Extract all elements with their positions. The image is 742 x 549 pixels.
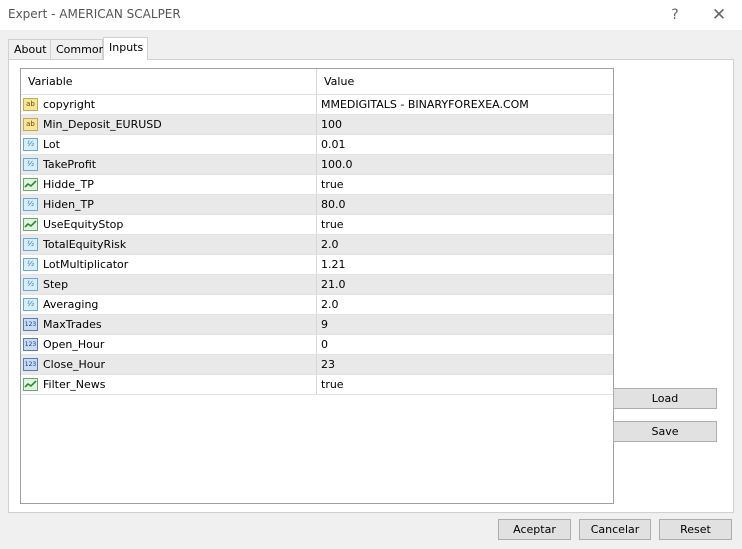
column-header-variable[interactable]: Variable bbox=[21, 69, 317, 94]
value-cell[interactable]: 23 bbox=[317, 355, 613, 374]
variable-name: Min_Deposit_EURUSD bbox=[43, 118, 162, 131]
table-row[interactable]: ab Min_Deposit_EURUSD 100 bbox=[21, 115, 613, 135]
window-title: Expert - AMERICAN SCALPER bbox=[8, 7, 181, 21]
int-icon: 123 bbox=[23, 358, 38, 371]
variable-name: Hiden_TP bbox=[43, 198, 94, 211]
table-row[interactable]: ½ Hiden_TP 80.0 bbox=[21, 195, 613, 215]
variable-name: Step bbox=[43, 278, 69, 291]
variable-name: copyright bbox=[43, 98, 96, 111]
variable-name: Filter_News bbox=[43, 378, 106, 391]
value-cell[interactable]: 2.0 bbox=[317, 295, 613, 314]
bool-icon bbox=[23, 378, 38, 391]
variable-name: TotalEquityRisk bbox=[43, 238, 127, 251]
variable-cell: ½ Averaging bbox=[21, 295, 317, 314]
variable-name: MaxTrades bbox=[43, 318, 102, 331]
variable-cell: Hidde_TP bbox=[21, 175, 317, 194]
variable-name: LotMultiplicator bbox=[43, 258, 129, 271]
bool-icon bbox=[23, 218, 38, 231]
value-cell[interactable]: true bbox=[317, 375, 613, 394]
variable-name: Hidde_TP bbox=[43, 178, 94, 191]
table-row[interactable]: ½ Step 21.0 bbox=[21, 275, 613, 295]
value-cell[interactable]: true bbox=[317, 175, 613, 194]
double-icon: ½ bbox=[23, 198, 38, 211]
help-button[interactable]: ? bbox=[662, 4, 688, 26]
variable-name: Open_Hour bbox=[43, 338, 105, 351]
double-icon: ½ bbox=[23, 258, 38, 271]
double-icon: ½ bbox=[23, 298, 38, 311]
value-cell[interactable]: 0.01 bbox=[317, 135, 613, 154]
value-cell[interactable]: 100.0 bbox=[317, 155, 613, 174]
variable-cell: 123 Open_Hour bbox=[21, 335, 317, 354]
variable-cell: ab Min_Deposit_EURUSD bbox=[21, 115, 317, 134]
variable-name: Lot bbox=[43, 138, 60, 151]
table-row[interactable]: Hidde_TP true bbox=[21, 175, 613, 195]
table-row[interactable]: Filter_News true bbox=[21, 375, 613, 395]
variable-cell: ½ TakeProfit bbox=[21, 155, 317, 174]
string-icon: ab bbox=[23, 118, 38, 131]
value-cell[interactable]: MMEDIGITALS - BINARYFOREXEA.COM bbox=[317, 95, 613, 114]
variable-cell: 123 MaxTrades bbox=[21, 315, 317, 334]
variable-cell: 123 Close_Hour bbox=[21, 355, 317, 374]
table-row[interactable]: 123 Open_Hour 0 bbox=[21, 335, 613, 355]
value-cell[interactable]: 0 bbox=[317, 335, 613, 354]
variable-cell: ½ Hiden_TP bbox=[21, 195, 317, 214]
table-row[interactable]: 123 MaxTrades 9 bbox=[21, 315, 613, 335]
bool-icon bbox=[23, 178, 38, 191]
accept-button[interactable]: Aceptar bbox=[498, 519, 571, 540]
variable-cell: UseEquityStop bbox=[21, 215, 317, 234]
double-icon: ½ bbox=[23, 238, 38, 251]
close-button[interactable]: ✕ bbox=[706, 4, 732, 26]
variable-name: Close_Hour bbox=[43, 358, 105, 371]
tab-about[interactable]: About bbox=[8, 39, 51, 59]
table-row[interactable]: 123 Close_Hour 23 bbox=[21, 355, 613, 375]
value-cell[interactable]: 21.0 bbox=[317, 275, 613, 294]
reset-button[interactable]: Reset bbox=[659, 519, 732, 540]
variable-cell: ½ Lot bbox=[21, 135, 317, 154]
cancel-button[interactable]: Cancelar bbox=[579, 519, 651, 540]
table-row[interactable]: ½ Averaging 2.0 bbox=[21, 295, 613, 315]
double-icon: ½ bbox=[23, 158, 38, 171]
variable-cell: ½ LotMultiplicator bbox=[21, 255, 317, 274]
double-icon: ½ bbox=[23, 138, 38, 151]
variable-cell: ½ Step bbox=[21, 275, 317, 294]
string-icon: ab bbox=[23, 98, 38, 111]
table-row[interactable]: ab copyright MMEDIGITALS - BINARYFOREXEA.C… bbox=[21, 95, 613, 115]
variable-name: TakeProfit bbox=[43, 158, 97, 171]
variable-name: UseEquityStop bbox=[43, 218, 124, 231]
value-cell[interactable]: true bbox=[317, 215, 613, 234]
load-button[interactable]: Load bbox=[613, 388, 717, 409]
inputs-grid: Variable Value ab copyright MMEDIGITALS - … bbox=[20, 68, 614, 504]
value-cell[interactable]: 80.0 bbox=[317, 195, 613, 214]
variable-name: Averaging bbox=[43, 298, 99, 311]
table-row[interactable]: ½ Lot 0.01 bbox=[21, 135, 613, 155]
column-header-value[interactable]: Value bbox=[317, 69, 613, 94]
double-icon: ½ bbox=[23, 278, 38, 291]
save-button[interactable]: Save bbox=[613, 421, 717, 442]
tab-inputs[interactable]: Inputs bbox=[103, 37, 148, 60]
value-cell[interactable]: 2.0 bbox=[317, 235, 613, 254]
variable-cell: ab copyright bbox=[21, 95, 317, 114]
value-cell[interactable]: 100 bbox=[317, 115, 613, 134]
table-row[interactable]: ½ TakeProfit 100.0 bbox=[21, 155, 613, 175]
inputs-panel: Variable Value ab copyright MMEDIGITALS - … bbox=[8, 59, 734, 513]
table-row[interactable]: UseEquityStop true bbox=[21, 215, 613, 235]
grid-header: Variable Value bbox=[21, 69, 613, 95]
grid-body: ab copyright MMEDIGITALS - BINARYFOREXEA.C… bbox=[21, 95, 613, 395]
table-row[interactable]: ½ TotalEquityRisk 2.0 bbox=[21, 235, 613, 255]
tab-common[interactable]: Common bbox=[50, 39, 106, 59]
int-icon: 123 bbox=[23, 318, 38, 331]
value-cell[interactable]: 9 bbox=[317, 315, 613, 334]
table-row[interactable]: ½ LotMultiplicator 1.21 bbox=[21, 255, 613, 275]
variable-cell: Filter_News bbox=[21, 375, 317, 394]
title-bar: Expert - AMERICAN SCALPER ? ✕ bbox=[0, 0, 742, 30]
int-icon: 123 bbox=[23, 338, 38, 351]
variable-cell: ½ TotalEquityRisk bbox=[21, 235, 317, 254]
value-cell[interactable]: 1.21 bbox=[317, 255, 613, 274]
